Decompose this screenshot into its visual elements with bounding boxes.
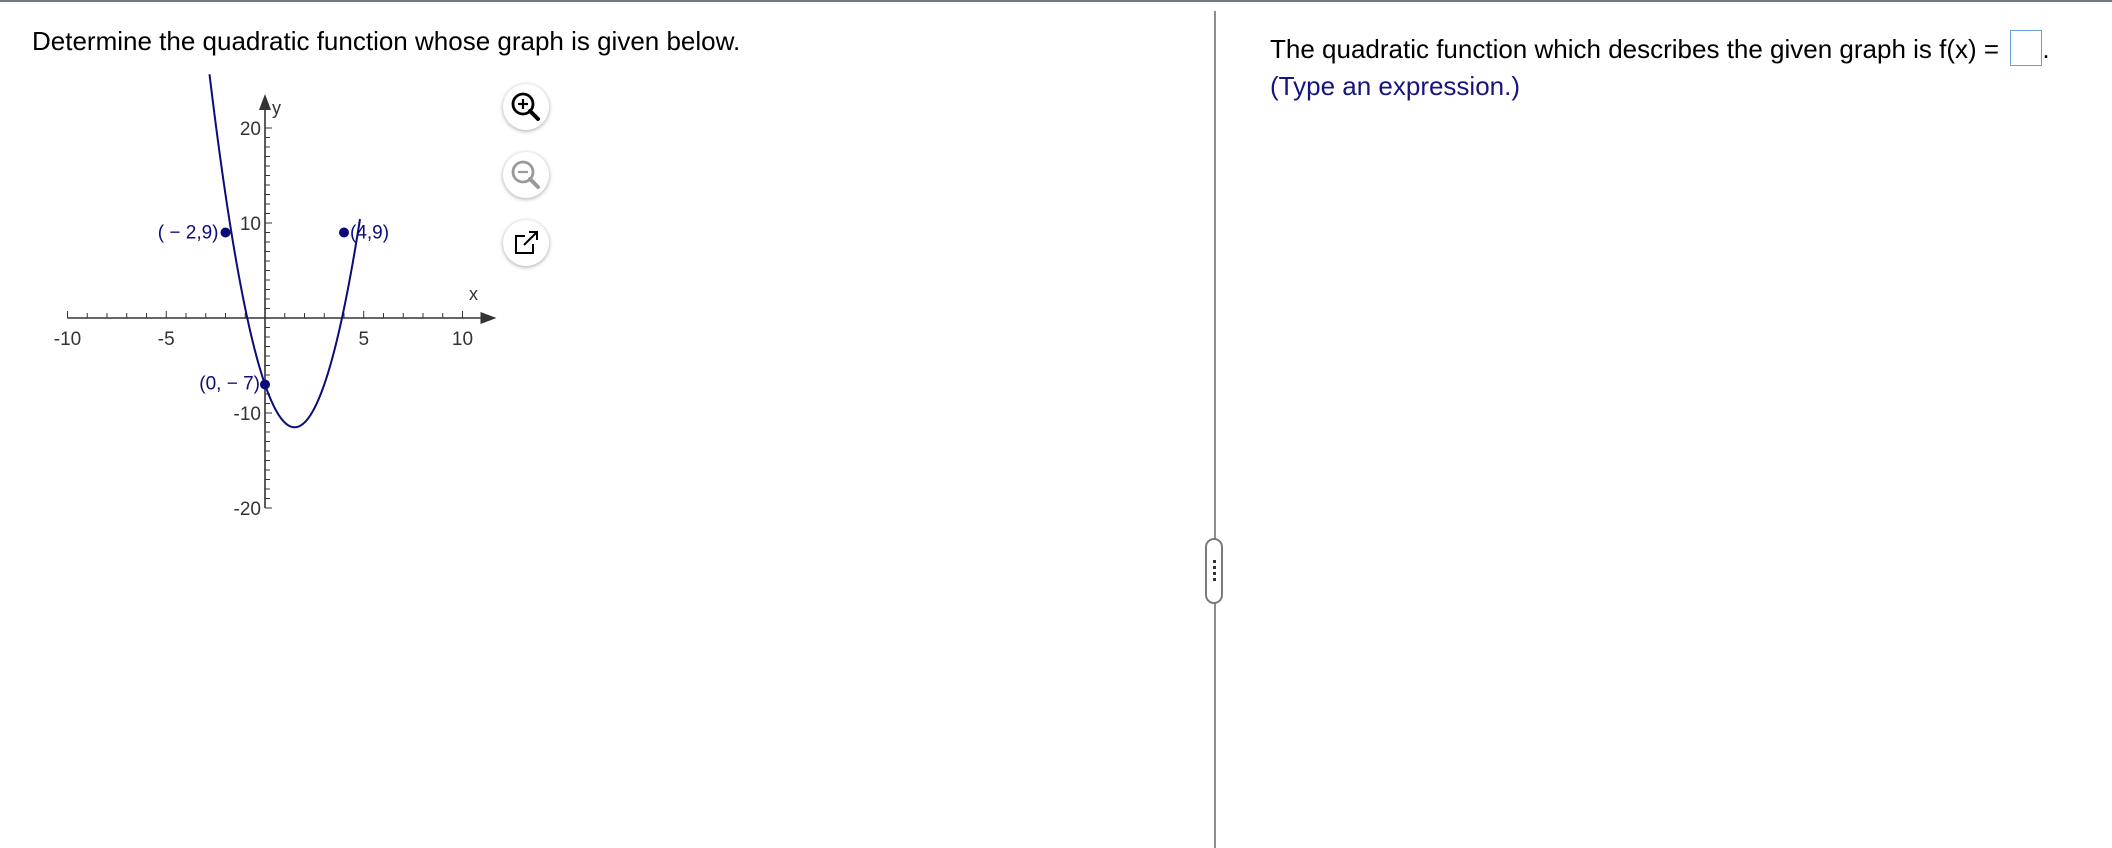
graph-point-label: ( − 2,9) <box>158 223 219 244</box>
graph-point <box>260 379 270 390</box>
answer-hint: (Type an expression.) <box>1270 71 1521 101</box>
zoom-out-icon <box>511 160 540 189</box>
answer-trailing-period: . <box>2042 34 2050 64</box>
x-tick-label: 5 <box>358 329 369 350</box>
answer-line: The quadratic function which describes t… <box>1270 30 2050 66</box>
quadratic-graph: -10 -5 5 10 20 10 -10 -20 x y ( − 2,9) (4,9) (0, − 7… <box>54 74 497 520</box>
x-axis-arrow <box>480 312 497 324</box>
zoom-out-button[interactable] <box>503 152 549 198</box>
zoom-in-icon <box>511 92 540 121</box>
open-in-new-window-icon <box>515 230 539 254</box>
zoom-in-button[interactable] <box>503 84 549 130</box>
graph-point-label: (0, − 7) <box>199 374 260 395</box>
answer-pane: The quadratic function which describes t… <box>1216 2 2112 848</box>
y-tick-label: -10 <box>234 404 261 425</box>
answer-input-box[interactable] <box>2010 30 2043 66</box>
open-window-button[interactable] <box>503 220 549 266</box>
answer-statement: The quadratic function which describes t… <box>1270 34 2007 64</box>
x-axis-label: x <box>469 284 478 304</box>
x-tick-label: -10 <box>54 329 81 350</box>
graph-point <box>339 227 349 238</box>
x-tick-label: -5 <box>158 329 175 350</box>
x-tick-label: 10 <box>452 329 473 350</box>
y-tick-label: -20 <box>234 499 261 520</box>
y-tick-label: 10 <box>240 214 261 235</box>
question-pane: Determine the quadratic function whose g… <box>0 2 1213 848</box>
graph-point <box>220 227 231 238</box>
y-axis-arrow <box>259 94 271 110</box>
y-axis-label: y <box>272 98 281 118</box>
y-tick-label: 20 <box>240 119 261 140</box>
graph-point-label: (4,9) <box>350 223 389 244</box>
